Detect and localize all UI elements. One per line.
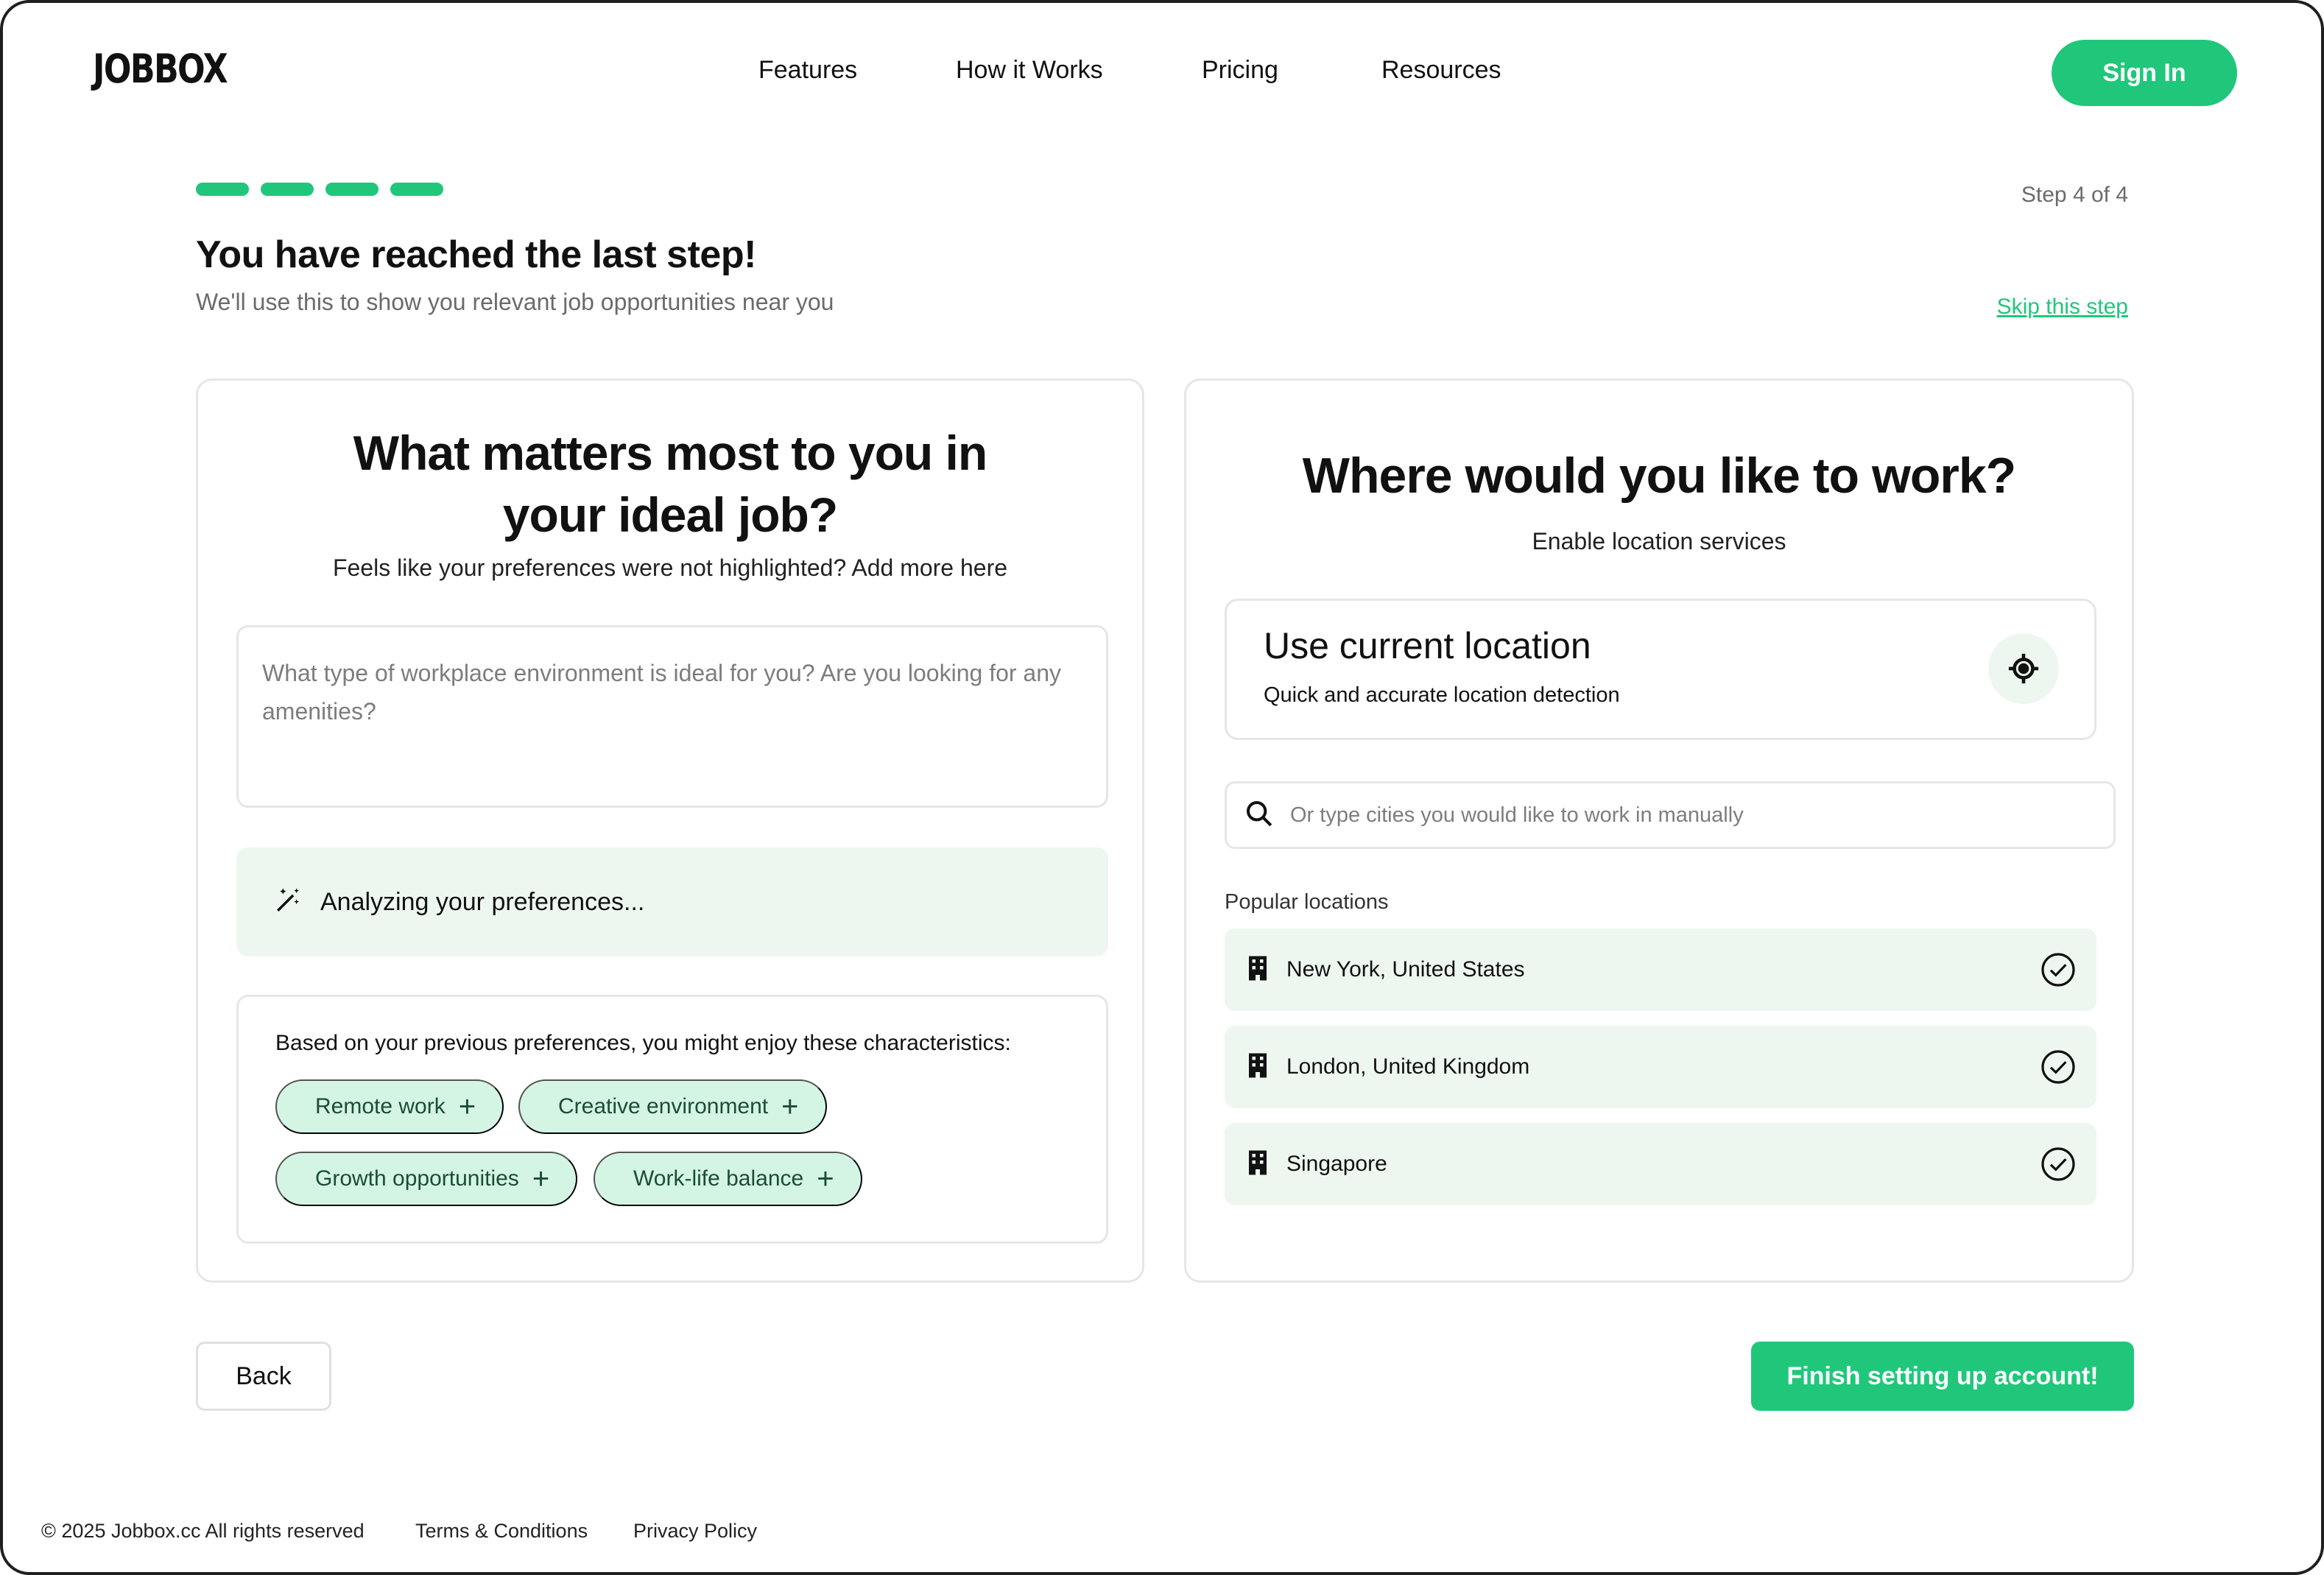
progress-segment-2 (261, 183, 314, 196)
preferences-question-line-1: What matters most to you in (353, 426, 987, 480)
current-location-title: Use current location (1264, 625, 1591, 666)
skip-step-link[interactable]: Skip this step (1997, 295, 2128, 320)
check-circle-icon[interactable] (2040, 1049, 2076, 1088)
location-card: Where would you like to work? Enable loc… (1184, 378, 2134, 1283)
suggestions-panel: Based on your previous preferences, you … (236, 995, 1108, 1244)
popular-locations-label: Popular locations (1225, 890, 1389, 914)
preferences-question-line-2: your ideal job? (502, 487, 838, 542)
search-icon (1244, 799, 1274, 832)
chip-creative-environment[interactable]: Creative environment + (518, 1079, 827, 1134)
progress-segment-1 (196, 183, 249, 196)
city-search-box[interactable] (1225, 781, 2116, 849)
chip-label: Remote work (315, 1094, 446, 1118)
footer-privacy-link[interactable]: Privacy Policy (633, 1520, 757, 1543)
city-search-input[interactable] (1290, 803, 2085, 828)
preferences-textarea[interactable] (236, 625, 1108, 808)
location-item-london[interactable]: London, United Kingdom (1225, 1026, 2096, 1108)
nav-resources[interactable]: Resources (1381, 56, 1501, 85)
chip-label: Growth opportunities (315, 1166, 519, 1191)
chip-remote-work[interactable]: Remote work + (275, 1079, 504, 1134)
finish-setup-button[interactable]: Finish setting up account! (1751, 1342, 2134, 1411)
back-button[interactable]: Back (196, 1342, 331, 1411)
building-icon (1247, 1149, 1269, 1180)
location-subtitle: Enable location services (1532, 528, 1786, 554)
step-progress-bar (196, 183, 443, 196)
nav-how-it-works[interactable]: How it Works (956, 56, 1103, 85)
magic-wand-icon (273, 886, 303, 919)
location-name: London, United Kingdom (1286, 1054, 1530, 1079)
nav-pricing[interactable]: Pricing (1202, 56, 1278, 85)
chip-label: Creative environment (558, 1094, 769, 1118)
analyzing-text: Analyzing your preferences... (320, 887, 645, 916)
location-name: Singapore (1286, 1152, 1387, 1176)
chip-label: Work-life balance (633, 1166, 804, 1191)
suggestions-heading: Based on your previous preferences, you … (275, 1031, 1011, 1055)
footer-copyright: © 2025 Jobbox.cc All rights reserved (41, 1520, 365, 1542)
page-title: You have reached the last step! (196, 233, 756, 276)
progress-segment-4 (390, 183, 443, 196)
page-subtitle: We'll use this to show you relevant job … (196, 289, 834, 315)
plus-icon: + (817, 1163, 834, 1195)
building-icon (1247, 955, 1269, 985)
check-circle-icon[interactable] (2040, 952, 2076, 991)
location-item-singapore[interactable]: Singapore (1225, 1123, 2096, 1205)
gps-target-icon[interactable] (1988, 633, 2059, 704)
location-item-new-york[interactable]: New York, United States (1225, 929, 2096, 1011)
progress-segment-3 (325, 183, 378, 196)
chip-work-life-balance[interactable]: Work-life balance + (594, 1152, 862, 1206)
sign-in-button[interactable]: Sign In (2052, 40, 2237, 106)
preferences-hint: Feels like your preferences were not hig… (332, 554, 1008, 581)
nav-features[interactable]: Features (758, 56, 857, 85)
main-nav: Features How it Works Pricing Resources (3, 56, 2321, 93)
preferences-question: What matters most to you in your ideal j… (198, 422, 1142, 546)
analyzing-status: Analyzing your preferences... (236, 848, 1108, 956)
location-name: New York, United States (1286, 957, 1525, 982)
location-question: Where would you like to work? (1302, 448, 2016, 504)
check-circle-icon[interactable] (2040, 1146, 2076, 1185)
current-location-subtitle: Quick and accurate location detection (1264, 683, 1620, 707)
plus-icon: + (781, 1090, 799, 1123)
building-icon (1247, 1052, 1269, 1082)
preferences-card: What matters most to you in your ideal j… (196, 378, 1144, 1283)
plus-icon: + (532, 1163, 550, 1195)
step-counter: Step 4 of 4 (2021, 183, 2128, 207)
footer-terms-link[interactable]: Terms & Conditions (415, 1520, 588, 1543)
chip-growth-opportunities[interactable]: Growth opportunities + (275, 1152, 578, 1206)
app-window: JOBBOX Features How it Works Pricing Res… (0, 0, 2324, 1575)
use-current-location-option[interactable]: Use current location Quick and accurate … (1225, 599, 2096, 740)
plus-icon: + (458, 1090, 476, 1123)
